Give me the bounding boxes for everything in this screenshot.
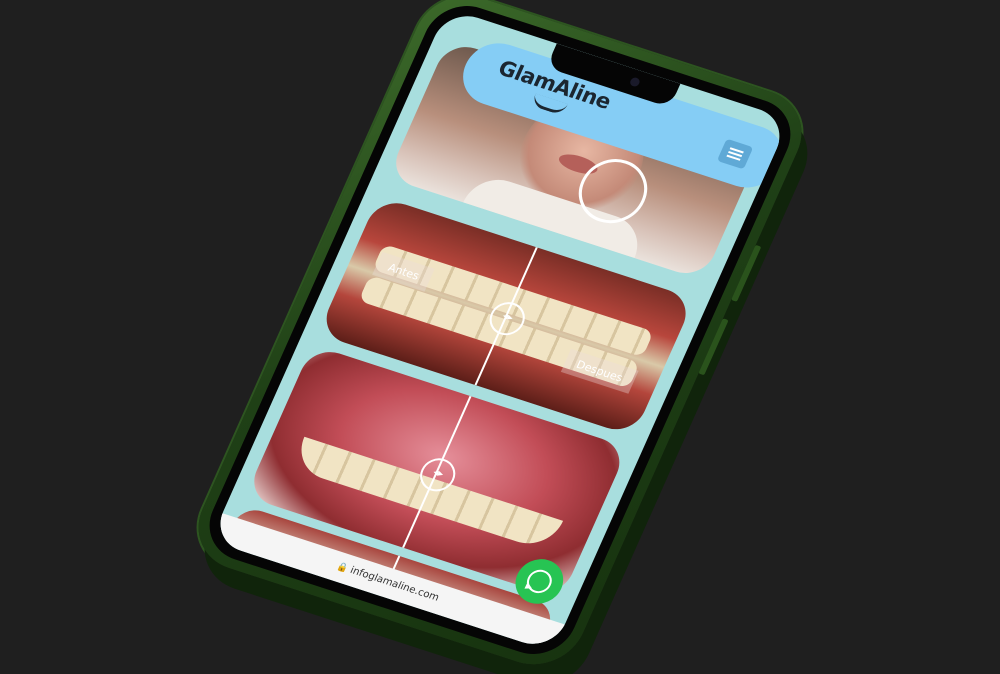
stage: GlamAline ◂▸ Antes Despues ◂▸ 🔒infoglama… — [0, 0, 1000, 674]
hamburger-menu-button[interactable] — [716, 138, 754, 170]
whatsapp-icon — [523, 566, 556, 597]
phone-mockup: GlamAline ◂▸ Antes Despues ◂▸ 🔒infoglama… — [183, 0, 817, 674]
camera-icon — [628, 76, 642, 88]
